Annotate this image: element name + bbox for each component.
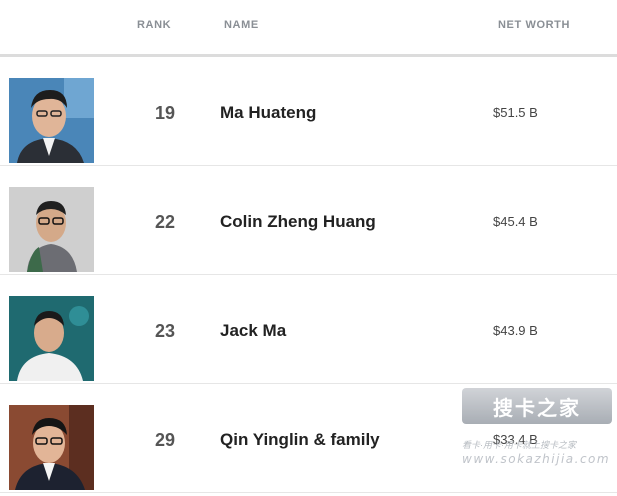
net-worth-value: $45.4 B <box>493 214 538 229</box>
avatar-photo <box>9 405 94 490</box>
table-row[interactable]: 22 Colin Zheng Huang $45.4 B <box>0 166 617 275</box>
table-row[interactable]: 29 Qin Yinglin & family $33.4 B <box>0 384 617 493</box>
rank-column-header[interactable]: RANK <box>137 19 171 31</box>
table-row[interactable]: 19 Ma Huateng $51.5 B <box>0 57 617 166</box>
rank-value: 29 <box>154 430 176 450</box>
net-worth-value: $33.4 B <box>493 432 538 447</box>
table-header: RANK NAME NET WORTH <box>0 0 617 57</box>
rank-value: 23 <box>154 321 176 341</box>
person-name[interactable]: Qin Yinglin & family <box>220 430 380 450</box>
person-name[interactable]: Ma Huateng <box>220 103 316 123</box>
rank-value: 19 <box>154 103 176 123</box>
avatar-photo <box>9 187 94 272</box>
table-row[interactable]: 23 Jack Ma $43.9 B <box>0 275 617 384</box>
person-name[interactable]: Colin Zheng Huang <box>220 212 376 232</box>
avatar-photo <box>9 78 94 163</box>
net-worth-value: $43.9 B <box>493 323 538 338</box>
net-worth-column-header[interactable]: NET WORTH <box>498 19 570 31</box>
avatar-photo <box>9 296 94 381</box>
person-name[interactable]: Jack Ma <box>220 321 286 341</box>
rank-value: 22 <box>154 212 176 232</box>
name-column-header[interactable]: NAME <box>224 19 259 31</box>
net-worth-value: $51.5 B <box>493 105 538 120</box>
